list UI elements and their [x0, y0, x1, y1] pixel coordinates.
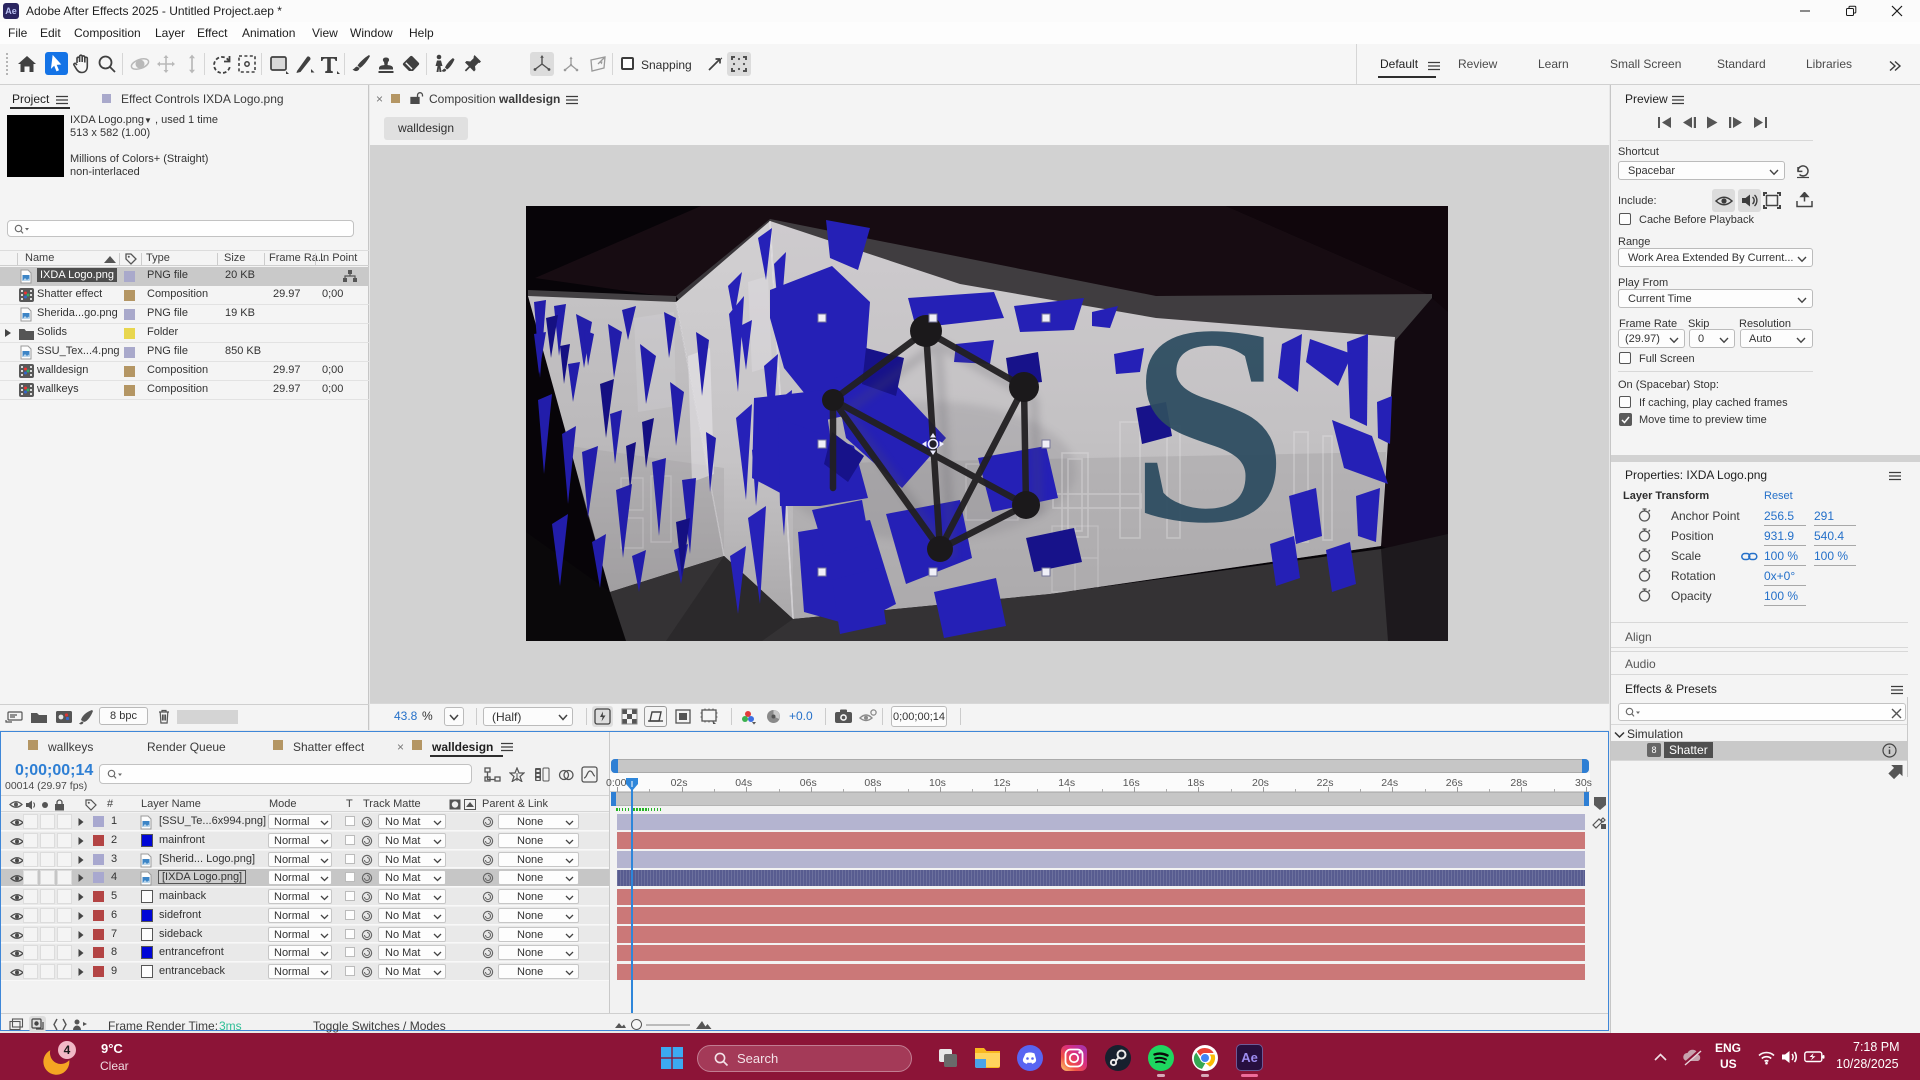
- svg-text:S: S: [1130, 266, 1289, 582]
- svg-text:4: 4: [64, 1043, 71, 1057]
